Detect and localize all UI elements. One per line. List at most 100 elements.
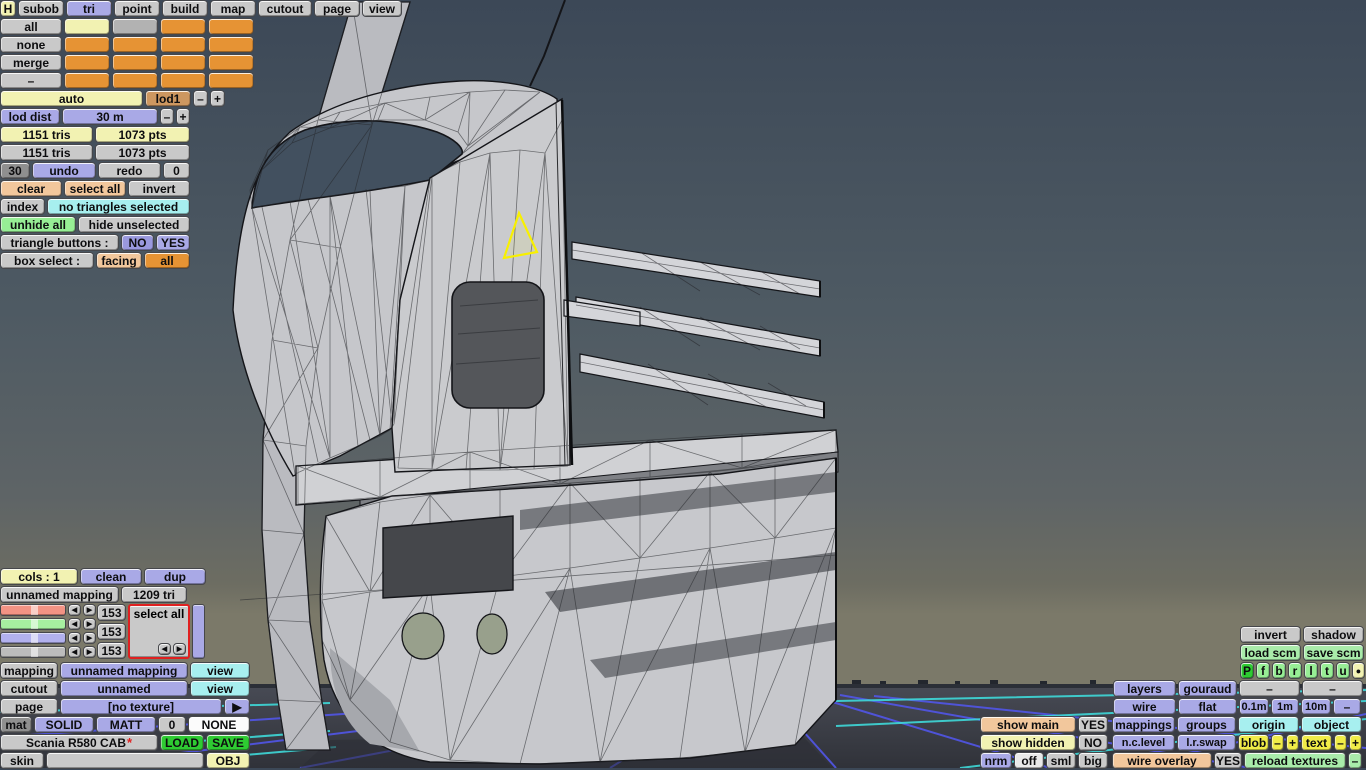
show-main-toggle[interactable]: YES xyxy=(1078,716,1108,733)
channel-slider[interactable] xyxy=(0,646,66,658)
mapping-label[interactable]: mapping xyxy=(0,662,58,679)
subobj-cell[interactable] xyxy=(208,36,254,53)
lod-dist-minus-button[interactable]: – xyxy=(160,108,174,125)
wire-overlay-toggle[interactable]: YES xyxy=(1214,752,1242,769)
mapping-name[interactable]: unnamed mapping xyxy=(0,586,119,603)
dup-button[interactable]: dup xyxy=(144,568,206,585)
subobj-none-button[interactable]: none xyxy=(0,36,62,53)
subobj-cell[interactable] xyxy=(64,18,110,35)
invert-button[interactable]: invert xyxy=(128,180,190,197)
reload-textures-button[interactable]: reload textures xyxy=(1244,752,1346,769)
text-plus-button[interactable]: + xyxy=(1349,734,1362,751)
page-next-button[interactable]: ▶ xyxy=(224,698,250,715)
subobj-all-button[interactable]: all xyxy=(0,18,62,35)
channel-slider[interactable] xyxy=(0,618,66,630)
subobj-cell[interactable] xyxy=(160,72,206,89)
lod-auto-button[interactable]: auto xyxy=(0,90,143,107)
select-box-left-arrow[interactable]: ◀ xyxy=(158,643,171,655)
subobj-cell[interactable] xyxy=(112,54,158,71)
box-select-all[interactable]: all xyxy=(144,252,190,269)
object-button[interactable]: object xyxy=(1301,716,1362,733)
wire-button[interactable]: wire xyxy=(1113,698,1176,715)
cutout-label[interactable]: cutout xyxy=(0,680,58,697)
toolbar-subob-button[interactable]: subob xyxy=(18,0,64,17)
layers-dash-1[interactable]: – xyxy=(1239,680,1300,697)
channel-slider[interactable] xyxy=(0,604,66,616)
layers-dash-2[interactable]: – xyxy=(1302,680,1363,697)
undo-button[interactable]: undo xyxy=(32,162,96,179)
proj-r-button[interactable]: r xyxy=(1288,662,1302,679)
toolbar-view-button[interactable]: view xyxy=(362,0,402,17)
channel-slider[interactable] xyxy=(0,632,66,644)
nrm-off-button[interactable]: off xyxy=(1014,752,1044,769)
mat-texture[interactable]: NONE xyxy=(188,716,250,733)
lod-dist-plus-button[interactable]: + xyxy=(176,108,190,125)
show-hidden-button[interactable]: show hidden xyxy=(980,734,1076,751)
load-scm-button[interactable]: load scm xyxy=(1240,644,1301,661)
mat-label[interactable]: mat xyxy=(0,716,32,733)
save-button[interactable]: SAVE xyxy=(206,734,250,751)
show-main-button[interactable]: show main xyxy=(980,716,1076,733)
channel-value[interactable]: 153 xyxy=(97,604,126,621)
channel-left-arrow[interactable]: ◀ xyxy=(68,646,81,658)
channel-value[interactable]: 153 xyxy=(97,642,126,659)
proj-f-button[interactable]: f xyxy=(1256,662,1270,679)
channel-value[interactable]: 153 xyxy=(97,623,126,640)
toolbar-build-button[interactable]: build xyxy=(162,0,208,17)
subobj-cell[interactable] xyxy=(160,18,206,35)
subobj-cell[interactable] xyxy=(208,72,254,89)
channel-right-arrow[interactable]: ▶ xyxy=(83,646,96,658)
redo-button[interactable]: redo xyxy=(98,162,161,179)
origin-button[interactable]: origin xyxy=(1238,716,1299,733)
load-button[interactable]: LOAD xyxy=(160,734,204,751)
toolbar-point-button[interactable]: point xyxy=(114,0,160,17)
channel-right-arrow[interactable]: ▶ xyxy=(83,604,96,616)
show-hidden-toggle[interactable]: NO xyxy=(1078,734,1108,751)
gouraud-button[interactable]: gouraud xyxy=(1178,680,1237,697)
wire-overlay-button[interactable]: wire overlay xyxy=(1112,752,1212,769)
unhide-all-button[interactable]: unhide all xyxy=(0,216,76,233)
shadow-button[interactable]: shadow xyxy=(1303,626,1364,643)
mapping-select-all-box[interactable]: select all ◀ ▶ xyxy=(128,604,190,659)
invert-normals-button[interactable]: invert xyxy=(1240,626,1301,643)
proj-l-button[interactable]: l xyxy=(1304,662,1318,679)
page-value[interactable]: [no texture] xyxy=(60,698,222,715)
channel-left-arrow[interactable]: ◀ xyxy=(68,632,81,644)
subobj-cell[interactable] xyxy=(208,18,254,35)
grid-1m-button[interactable]: 1m xyxy=(1271,698,1299,715)
mat-shading-button[interactable]: MATT xyxy=(96,716,156,733)
subobj-cell[interactable] xyxy=(112,72,158,89)
nrm-button[interactable]: nrm xyxy=(980,752,1012,769)
subobj-merge-button[interactable]: merge xyxy=(0,54,62,71)
nrm-big-button[interactable]: big xyxy=(1078,752,1108,769)
layers-button[interactable]: layers xyxy=(1113,680,1176,697)
mat-type-button[interactable]: SOLID xyxy=(34,716,94,733)
select-all-button[interactable]: select all xyxy=(64,180,126,197)
text-button[interactable]: text xyxy=(1301,734,1332,751)
text-minus-button[interactable]: – xyxy=(1334,734,1347,751)
proj-t-button[interactable]: t xyxy=(1320,662,1334,679)
proj-dot-button[interactable]: ● xyxy=(1352,662,1365,679)
triangle-buttons-yes[interactable]: YES xyxy=(156,234,190,251)
toolbar-tri-button[interactable]: tri xyxy=(66,0,112,17)
nc-level-button[interactable]: n.c.level xyxy=(1112,734,1175,751)
proj-p-button[interactable]: P xyxy=(1240,662,1254,679)
model-name[interactable]: Scania R580 CAB * xyxy=(0,734,158,751)
save-scm-button[interactable]: save scm xyxy=(1303,644,1364,661)
channel-left-arrow[interactable]: ◀ xyxy=(68,604,81,616)
mapping-scroll-strip[interactable] xyxy=(192,604,205,659)
mapping-value[interactable]: unnamed mapping xyxy=(60,662,188,679)
proj-b-button[interactable]: b xyxy=(1272,662,1286,679)
mapping-view-button[interactable]: view xyxy=(190,662,250,679)
clean-button[interactable]: clean xyxy=(80,568,142,585)
channel-right-arrow[interactable]: ▶ xyxy=(83,618,96,630)
subobj-cell[interactable] xyxy=(64,54,110,71)
lod-level-button[interactable]: lod1 xyxy=(145,90,191,107)
proj-u-button[interactable]: u xyxy=(1336,662,1350,679)
subobj-cell[interactable] xyxy=(112,18,158,35)
lod-dist-value[interactable]: 30 m xyxy=(62,108,158,125)
blob-button[interactable]: blob xyxy=(1238,734,1269,751)
obj-button[interactable]: OBJ xyxy=(206,752,250,769)
toolbar-page-button[interactable]: page xyxy=(314,0,360,17)
mappings-button[interactable]: mappings xyxy=(1112,716,1175,733)
